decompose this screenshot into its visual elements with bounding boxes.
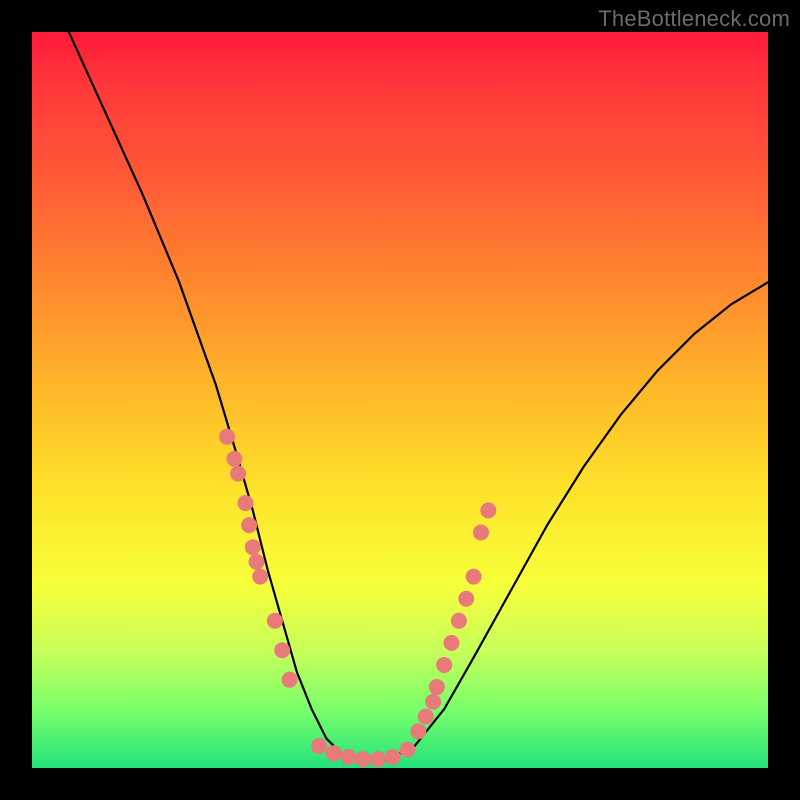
data-marker bbox=[245, 539, 261, 555]
data-marker bbox=[274, 642, 290, 658]
data-marker bbox=[230, 466, 246, 482]
data-marker bbox=[219, 429, 235, 445]
data-marker bbox=[282, 672, 298, 688]
watermark-text: TheBottleneck.com bbox=[598, 6, 790, 32]
data-marker bbox=[226, 451, 242, 467]
data-marker bbox=[418, 708, 434, 724]
data-marker bbox=[451, 613, 467, 629]
data-marker bbox=[458, 591, 474, 607]
data-marker bbox=[355, 751, 371, 767]
marker-series bbox=[219, 429, 496, 767]
data-marker bbox=[340, 749, 356, 765]
data-marker bbox=[480, 502, 496, 518]
data-marker bbox=[248, 554, 264, 570]
data-marker bbox=[436, 657, 452, 673]
data-marker bbox=[370, 751, 386, 767]
data-marker bbox=[311, 738, 327, 754]
data-marker bbox=[237, 495, 253, 511]
chart-frame: TheBottleneck.com bbox=[0, 0, 800, 800]
plot-area bbox=[32, 32, 768, 768]
data-marker bbox=[410, 723, 426, 739]
data-marker bbox=[267, 613, 283, 629]
data-marker bbox=[252, 569, 268, 585]
data-marker bbox=[399, 742, 415, 758]
data-marker bbox=[444, 635, 460, 651]
curve-series bbox=[69, 32, 768, 761]
data-marker bbox=[241, 517, 257, 533]
chart-svg bbox=[32, 32, 768, 768]
data-marker bbox=[425, 694, 441, 710]
bottleneck-curve bbox=[69, 32, 768, 761]
data-marker bbox=[385, 749, 401, 765]
data-marker bbox=[326, 745, 342, 761]
data-marker bbox=[473, 524, 489, 540]
data-marker bbox=[429, 679, 445, 695]
data-marker bbox=[466, 569, 482, 585]
